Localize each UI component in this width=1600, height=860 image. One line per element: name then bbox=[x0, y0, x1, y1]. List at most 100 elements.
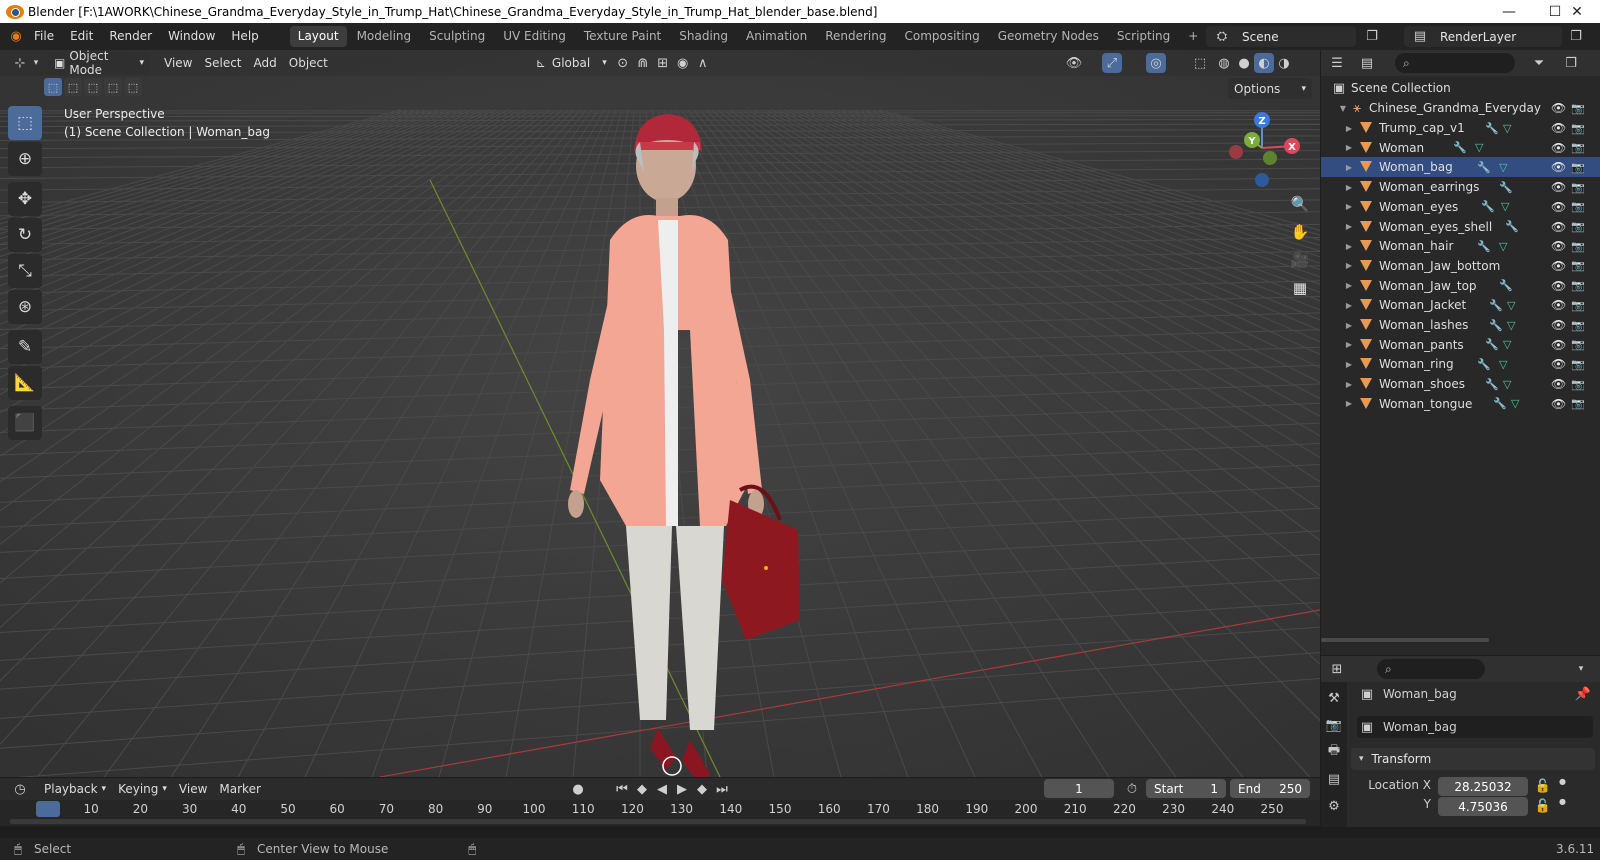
modifier-icon[interactable]: 🔧 bbox=[1477, 358, 1491, 371]
eye-icon[interactable]: 👁 bbox=[1551, 200, 1566, 214]
outliner-editor-icon[interactable]: ☰ bbox=[1327, 53, 1347, 73]
outliner-search-input[interactable]: ⌕ bbox=[1395, 53, 1515, 73]
blender-menu-icon[interactable]: ◉ bbox=[6, 27, 26, 47]
eye-icon[interactable]: 👁 bbox=[1551, 259, 1566, 273]
outliner-item[interactable]: ▶ Woman_eyes_shell 🔧 👁 📷 bbox=[1321, 217, 1600, 237]
outliner-item[interactable]: ▶ Woman_tongue 🔧 ▽ 👁 📷 bbox=[1321, 394, 1600, 414]
view-layer-selector[interactable]: ▤ RenderLayer bbox=[1404, 26, 1562, 47]
modifier-icon[interactable]: 🔧 bbox=[1485, 378, 1499, 391]
mesh-data-icon[interactable]: ▽ bbox=[1503, 378, 1511, 391]
modifier-icon[interactable]: 🔧 bbox=[1499, 279, 1513, 292]
pan-hand-icon[interactable]: ✋ bbox=[1286, 218, 1314, 246]
annotate-tool[interactable]: ✎ bbox=[8, 330, 42, 364]
expand-right-icon[interactable]: ▶ bbox=[1343, 360, 1355, 369]
filter-icon[interactable]: ⏷ bbox=[1529, 53, 1549, 73]
expand-right-icon[interactable]: ▶ bbox=[1343, 202, 1355, 211]
mesh-data-icon[interactable]: ▽ bbox=[1501, 200, 1509, 213]
properties-editor-icon[interactable]: ⊞ bbox=[1327, 659, 1347, 679]
tool-settings-icon[interactable]: ⚒ bbox=[1323, 687, 1345, 709]
modifier-icon[interactable]: 🔧 bbox=[1453, 141, 1467, 154]
play-reverse-icon[interactable]: ◀ bbox=[652, 779, 672, 799]
minimize-button[interactable]: — bbox=[1486, 0, 1532, 23]
viewport-menu-view[interactable]: View bbox=[158, 53, 198, 74]
expand-right-icon[interactable]: ▶ bbox=[1343, 222, 1355, 231]
select-extend-icon[interactable]: ⬚ bbox=[64, 78, 82, 96]
camera-icon[interactable]: 📷 bbox=[1571, 299, 1585, 312]
outliner-item[interactable]: ▶ Woman_Jacket 🔧 ▽ 👁 📷 bbox=[1321, 295, 1600, 315]
lock-icon[interactable]: 🔓 bbox=[1533, 796, 1553, 816]
menu-window[interactable]: Window bbox=[160, 23, 223, 50]
eye-icon[interactable]: 👁 bbox=[1551, 318, 1566, 332]
render-properties-icon[interactable]: 📷 bbox=[1323, 714, 1345, 736]
options-dropdown[interactable]: Options ▾ bbox=[1228, 78, 1312, 99]
timeline-view-menu[interactable]: View bbox=[173, 779, 213, 800]
expand-right-icon[interactable]: ▶ bbox=[1343, 321, 1355, 330]
outliner-scrollbar[interactable] bbox=[1321, 638, 1489, 642]
outliner-item[interactable]: ▶ Woman 🔧 ▽ 👁 📷 bbox=[1321, 138, 1600, 158]
material-shading-icon[interactable]: ◐ bbox=[1254, 53, 1274, 73]
viewport-menu-object[interactable]: Object bbox=[283, 53, 334, 74]
camera-icon[interactable]: 📷 bbox=[1571, 319, 1585, 332]
lock-icon[interactable]: 🔓 bbox=[1533, 776, 1553, 796]
tab-geometry-nodes[interactable]: Geometry Nodes bbox=[990, 26, 1107, 47]
camera-icon[interactable]: 📷 bbox=[1571, 122, 1585, 135]
modifier-icon[interactable]: 🔧 bbox=[1489, 299, 1503, 312]
viewport-menu-add[interactable]: Add bbox=[248, 53, 283, 74]
camera-icon[interactable]: 📷 bbox=[1571, 240, 1585, 253]
output-properties-icon[interactable]: 🖶 bbox=[1323, 741, 1345, 763]
properties-search-input[interactable]: ⌕ bbox=[1377, 659, 1485, 679]
transform-panel-header[interactable]: ▾ Transform bbox=[1351, 748, 1595, 770]
camera-icon[interactable]: 📷 bbox=[1571, 378, 1585, 391]
select-new-icon[interactable]: ⬚ bbox=[44, 78, 62, 96]
eye-icon[interactable]: 👁 bbox=[1551, 141, 1566, 155]
transform-tool[interactable]: ⊛ bbox=[8, 290, 42, 324]
outliner-item[interactable]: ▶ Woman_shoes 🔧 ▽ 👁 📷 bbox=[1321, 374, 1600, 394]
eye-icon[interactable]: 👁 bbox=[1551, 338, 1566, 352]
expand-down-icon[interactable]: ▼ bbox=[1337, 104, 1349, 113]
modifier-icon[interactable]: 🔧 bbox=[1505, 220, 1519, 233]
expand-right-icon[interactable]: ▶ bbox=[1343, 242, 1355, 251]
ortho-grid-icon[interactable]: ▦ bbox=[1286, 274, 1314, 302]
modifier-icon[interactable]: 🔧 bbox=[1481, 200, 1495, 213]
eye-icon[interactable]: 👁 bbox=[1551, 239, 1566, 253]
woman-model[interactable] bbox=[540, 80, 840, 777]
eye-icon[interactable]: 👁 bbox=[1551, 298, 1566, 312]
camera-view-icon[interactable]: 🎥 bbox=[1286, 246, 1314, 274]
tab-modeling[interactable]: Modeling bbox=[349, 26, 420, 47]
modifier-icon[interactable]: 🔧 bbox=[1493, 397, 1507, 410]
navigation-gizmo[interactable]: Z X Y bbox=[1222, 108, 1302, 188]
snap-target-icon[interactable]: ⊞ bbox=[653, 53, 673, 73]
current-frame-field[interactable]: 1 bbox=[1044, 779, 1114, 798]
camera-icon[interactable]: 📷 bbox=[1571, 397, 1585, 410]
jump-start-icon[interactable]: ⏮ bbox=[612, 779, 632, 799]
add-cube-tool[interactable]: ⬛ bbox=[8, 406, 42, 440]
modifier-icon[interactable]: 🔧 bbox=[1499, 181, 1513, 194]
outliner-collection[interactable]: ▼ ⚹ Chinese_Grandma_Everyday 👁 📷 bbox=[1321, 98, 1600, 118]
scale-tool[interactable]: ⤡ bbox=[8, 254, 42, 288]
menu-render[interactable]: Render bbox=[101, 23, 160, 50]
outliner-item[interactable]: ▶ Woman_eyes 🔧 ▽ 👁 📷 bbox=[1321, 197, 1600, 217]
modifier-icon[interactable]: 🔧 bbox=[1485, 122, 1499, 135]
expand-right-icon[interactable]: ▶ bbox=[1343, 261, 1355, 270]
mesh-data-icon[interactable]: ▽ bbox=[1507, 299, 1515, 312]
3d-viewport[interactable]: ⊹ ▾ ▣ Object Mode ▾ View Select Add Obje… bbox=[0, 50, 1320, 777]
tab-layout[interactable]: Layout bbox=[289, 26, 347, 47]
camera-icon[interactable]: 📷 bbox=[1571, 181, 1585, 194]
visibility-icon[interactable]: 👁 bbox=[1064, 53, 1084, 73]
select-subtract-icon[interactable]: ⬚ bbox=[84, 78, 102, 96]
xray-icon[interactable]: ⬚ bbox=[1190, 53, 1210, 73]
tab-animation[interactable]: Animation bbox=[738, 26, 815, 47]
mesh-data-icon[interactable]: ▽ bbox=[1503, 338, 1511, 351]
move-tool[interactable]: ✥ bbox=[8, 182, 42, 216]
expand-right-icon[interactable]: ▶ bbox=[1343, 163, 1355, 172]
outliner-item[interactable]: ▶ Woman_Jaw_top 🔧 👁 📷 bbox=[1321, 276, 1600, 296]
pivot-point-icon[interactable]: ⊙ bbox=[613, 53, 633, 73]
tab-scripting[interactable]: Scripting bbox=[1109, 26, 1178, 47]
tab-shading[interactable]: Shading bbox=[671, 26, 736, 47]
solid-shading-icon[interactable]: ● bbox=[1234, 53, 1254, 73]
select-box-tool[interactable]: ⬚ bbox=[8, 106, 42, 140]
viewport-menu-select[interactable]: Select bbox=[198, 53, 247, 74]
mesh-data-icon[interactable]: ▽ bbox=[1499, 358, 1507, 371]
camera-icon[interactable]: 📷 bbox=[1571, 161, 1585, 174]
mesh-data-icon[interactable]: ▽ bbox=[1511, 397, 1519, 410]
